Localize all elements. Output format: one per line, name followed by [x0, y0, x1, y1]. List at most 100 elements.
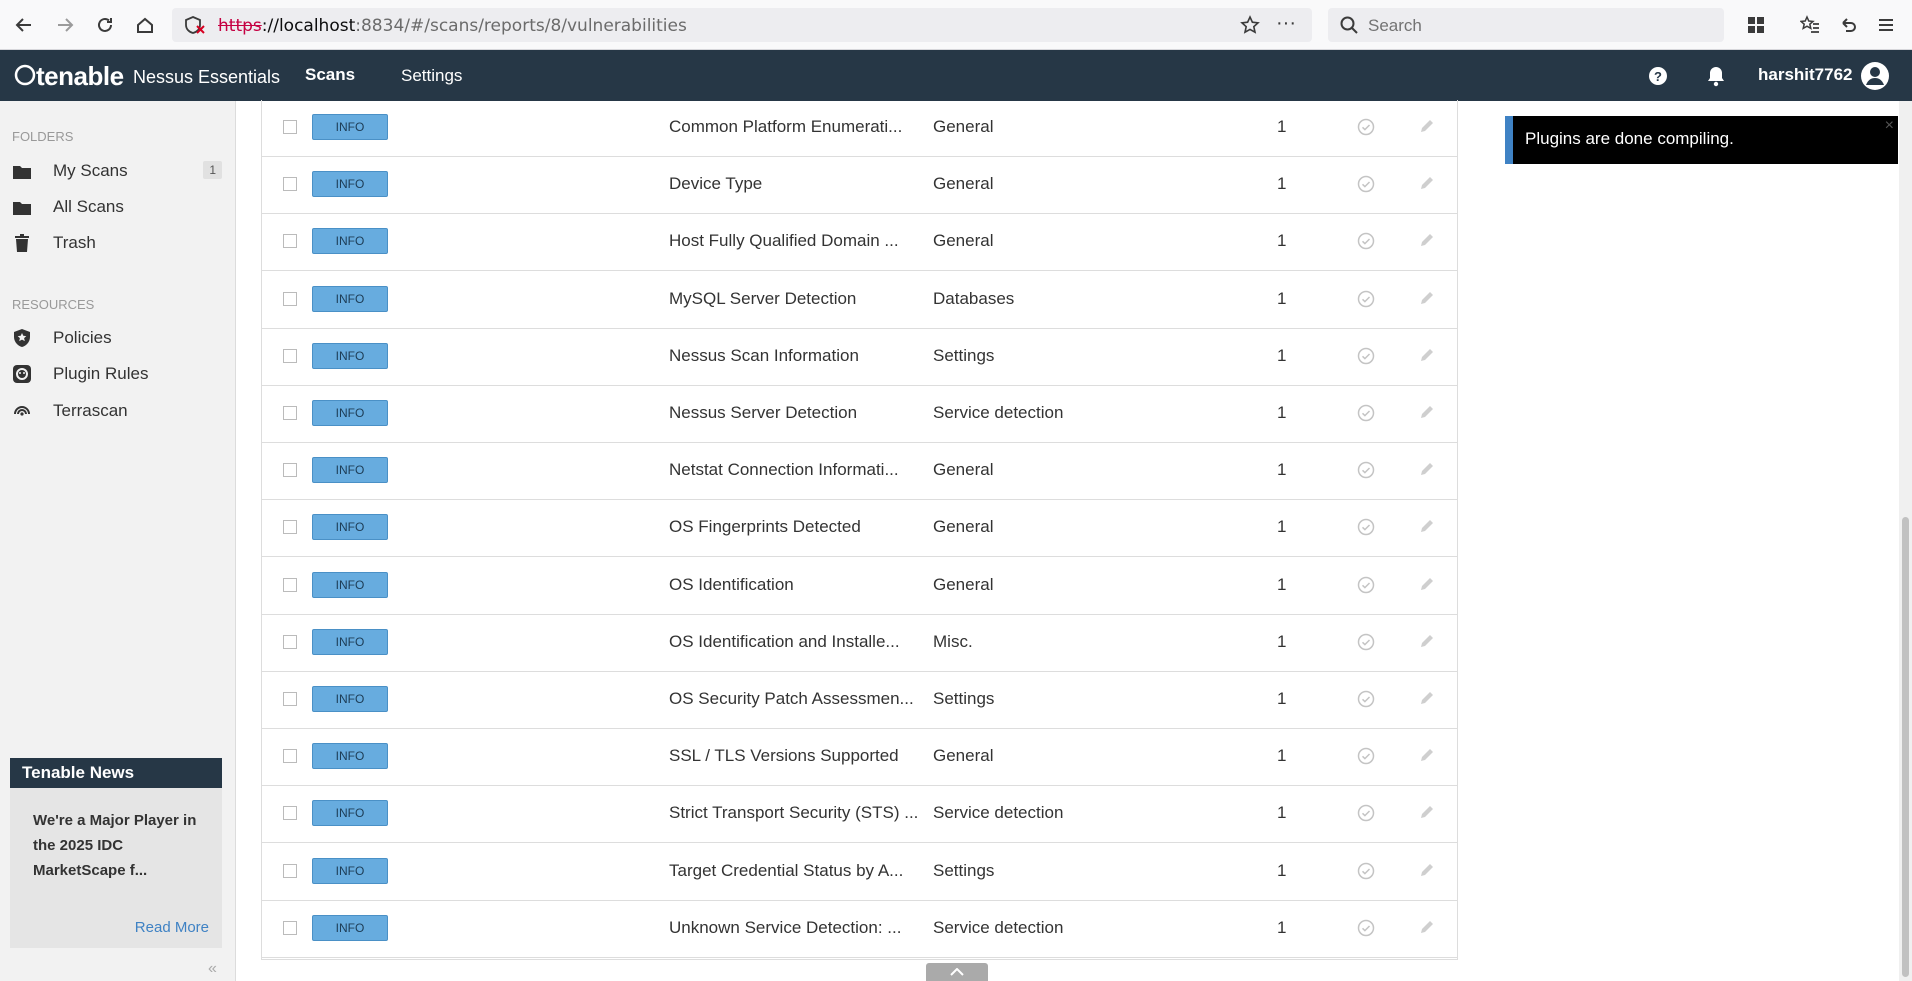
nav-scans[interactable]: Scans [305, 65, 355, 85]
home-icon[interactable] [131, 11, 159, 39]
browser-search-bar[interactable]: Search [1328, 8, 1724, 42]
url-bar[interactable]: https://localhost:8834/#/scans/reports/8… [172, 8, 1312, 42]
table-row[interactable]: INFO MySQL Server Detection Databases 1 [262, 272, 1457, 329]
bookmarks-menu-icon[interactable] [1796, 11, 1824, 39]
forward-icon[interactable] [51, 11, 79, 39]
table-row[interactable]: INFO Unknown Service Detection: ... Servic… [262, 901, 1457, 958]
row-checkbox[interactable] [283, 348, 297, 363]
plugin-name[interactable]: Host Fully Qualified Domain ... [669, 231, 899, 251]
plugin-name[interactable]: Unknown Service Detection: ... [669, 918, 901, 938]
row-checkbox[interactable] [283, 291, 297, 306]
plugin-name[interactable]: Common Platform Enumerati... [669, 117, 902, 137]
plugin-name[interactable]: Device Type [669, 174, 762, 194]
plugin-name[interactable]: Nessus Scan Information [669, 346, 859, 366]
table-row[interactable]: INFO Nessus Scan Information Settings 1 [262, 329, 1457, 386]
close-icon[interactable]: × [1885, 117, 1894, 135]
plugin-name[interactable]: Netstat Connection Informati... [669, 460, 899, 480]
page-scrollbar[interactable] [1899, 101, 1912, 981]
user-avatar-icon[interactable] [1860, 61, 1890, 96]
row-checkbox[interactable] [283, 806, 297, 821]
row-checkbox[interactable] [283, 406, 297, 420]
plugin-name[interactable]: Nessus Server Detection [669, 403, 857, 423]
pencil-icon[interactable] [1418, 861, 1436, 879]
plugin-name[interactable]: Target Credential Status by A... [669, 861, 903, 881]
pencil-icon[interactable] [1418, 575, 1436, 593]
row-checkbox[interactable] [283, 920, 297, 935]
username[interactable]: harshit7762 [1758, 65, 1853, 85]
row-checkbox[interactable] [283, 692, 297, 706]
row-checkbox[interactable] [283, 234, 297, 249]
bookmark-star-icon[interactable] [1240, 15, 1260, 40]
row-checkbox[interactable] [283, 463, 297, 478]
table-row[interactable]: INFO Device Type General 1 [262, 157, 1457, 215]
table-row[interactable]: INFO Strict Transport Security (STS) ... S… [262, 786, 1457, 844]
logo-text[interactable]: tenable [36, 61, 124, 92]
plugin-name[interactable]: OS Fingerprints Detected [669, 517, 861, 537]
plugin-name[interactable]: OS Identification [669, 575, 794, 595]
table-row[interactable]: INFO OS Identification General 1 [262, 558, 1457, 615]
collapse-sidebar-icon[interactable]: « [208, 960, 217, 978]
pencil-icon[interactable] [1418, 746, 1436, 764]
table-row[interactable]: INFO Netstat Connection Informati... Gener… [262, 443, 1457, 501]
pencil-icon[interactable] [1418, 803, 1436, 821]
insecure-connection-icon[interactable] [184, 15, 206, 40]
sidebar-item-terrascan[interactable]: Terrascan [12, 396, 222, 426]
row-checkbox[interactable] [283, 634, 297, 649]
check-circle-icon[interactable] [1357, 690, 1375, 708]
check-circle-icon[interactable] [1357, 232, 1375, 250]
pencil-icon[interactable] [1418, 346, 1436, 364]
sidebar-item-my-scans[interactable]: My Scans 1 [12, 156, 222, 186]
check-circle-icon[interactable] [1357, 118, 1375, 136]
check-circle-icon[interactable] [1357, 804, 1375, 822]
table-row[interactable]: INFO OS Identification and Installe... Mis… [262, 615, 1457, 672]
undo-icon[interactable] [1834, 11, 1862, 39]
plugin-name[interactable]: SSL / TLS Versions Supported [669, 746, 899, 766]
back-icon[interactable] [10, 11, 38, 39]
reload-icon[interactable] [91, 11, 119, 39]
table-row[interactable]: INFO Host Fully Qualified Domain ... Gener… [262, 214, 1457, 272]
check-circle-icon[interactable] [1357, 290, 1375, 308]
pencil-icon[interactable] [1418, 918, 1436, 936]
table-row[interactable]: INFO Target Credential Status by A... Sett… [262, 844, 1457, 901]
row-checkbox[interactable] [283, 520, 297, 535]
pencil-icon[interactable] [1418, 117, 1436, 135]
check-circle-icon[interactable] [1357, 461, 1375, 479]
nav-settings[interactable]: Settings [401, 66, 462, 86]
row-checkbox[interactable] [283, 749, 297, 764]
row-checkbox[interactable] [283, 120, 297, 134]
check-circle-icon[interactable] [1357, 576, 1375, 594]
pencil-icon[interactable] [1418, 460, 1436, 478]
row-checkbox[interactable] [283, 863, 297, 878]
sidebar-item-plugin-rules[interactable]: Plugin Rules [12, 359, 222, 389]
plugin-name[interactable]: OS Security Patch Assessmen... [669, 689, 914, 709]
hamburger-menu-icon[interactable] [1872, 11, 1900, 39]
table-row[interactable]: INFO OS Fingerprints Detected General 1 [262, 500, 1457, 558]
help-icon[interactable]: ? [1648, 66, 1668, 91]
pencil-icon[interactable] [1418, 403, 1436, 421]
page-actions-icon[interactable]: ··· [1276, 12, 1296, 35]
pencil-icon[interactable] [1418, 289, 1436, 307]
pencil-icon[interactable] [1418, 517, 1436, 535]
table-row[interactable]: INFO Nessus Server Detection Service detec… [262, 386, 1457, 443]
row-checkbox[interactable] [283, 177, 297, 192]
sidebar-item-policies[interactable]: Policies [12, 323, 222, 353]
pencil-icon[interactable] [1418, 689, 1436, 707]
check-circle-icon[interactable] [1357, 919, 1375, 937]
library-grid-icon[interactable] [1742, 11, 1770, 39]
pencil-icon[interactable] [1418, 174, 1436, 192]
notifications-bell-icon[interactable] [1706, 65, 1726, 92]
check-circle-icon[interactable] [1357, 862, 1375, 880]
check-circle-icon[interactable] [1357, 518, 1375, 536]
table-row[interactable]: INFO Common Platform Enumerati... General 1 [262, 100, 1457, 157]
plugin-name[interactable]: Strict Transport Security (STS) ... [669, 803, 918, 823]
table-row[interactable]: INFO OS Security Patch Assessmen... Settin… [262, 672, 1457, 729]
pencil-icon[interactable] [1418, 632, 1436, 650]
plugin-name[interactable]: MySQL Server Detection [669, 289, 856, 309]
url-text[interactable]: https://localhost:8834/#/scans/reports/8… [218, 16, 687, 36]
table-row[interactable]: INFO SSL / TLS Versions Supported General 1 [262, 729, 1457, 787]
row-checkbox[interactable] [283, 577, 297, 592]
sidebar-item-trash[interactable]: Trash [12, 228, 222, 258]
read-more-link[interactable]: Read More [135, 919, 209, 936]
scroll-to-top-button[interactable] [926, 963, 988, 981]
sidebar-item-all-scans[interactable]: All Scans [12, 192, 222, 222]
